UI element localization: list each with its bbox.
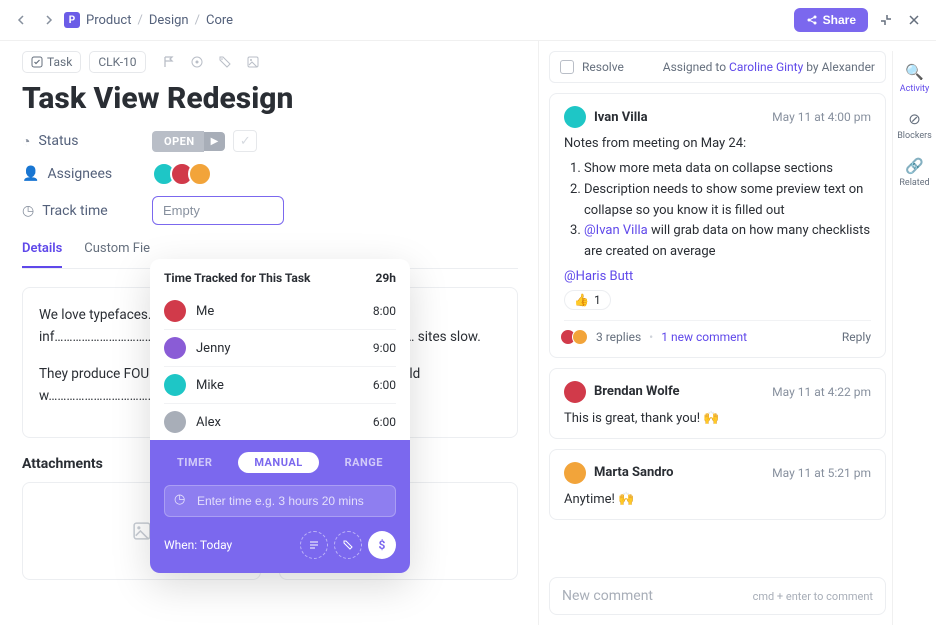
link-icon: 🔗 <box>905 157 924 175</box>
comment-author[interactable]: Marta Sandro <box>594 465 673 480</box>
comment-time: May 11 at 5:21 pm <box>772 466 871 480</box>
rail-blockers[interactable]: ⊘Blockers <box>897 110 932 141</box>
comment-composer[interactable]: New comment cmd + enter to comment <box>549 577 886 615</box>
when-label[interactable]: When: Today <box>164 538 232 552</box>
comment: Brendan Wolfe May 11 at 4:22 pm This is … <box>549 368 886 439</box>
status-badge[interactable]: OPEN <box>152 131 204 152</box>
time-row-value: 9:00 <box>373 341 396 355</box>
flag-icon[interactable] <box>162 55 176 69</box>
note-icon[interactable] <box>300 531 328 559</box>
status-icon: ◔ <box>22 133 30 150</box>
popover-total: 29h <box>376 271 397 285</box>
page-title: Task View Redesign <box>22 81 518 116</box>
rail-related[interactable]: 🔗Related <box>899 157 929 188</box>
time-row[interactable]: Jenny 9:00 <box>164 329 396 366</box>
seg-timer[interactable]: TIMER <box>177 456 212 469</box>
time-entry-input[interactable] <box>164 485 396 517</box>
assigned-bar: Resolve Assigned to Caroline Ginty by Al… <box>549 51 886 83</box>
time-row-name: Alex <box>196 415 221 430</box>
person-icon: 👤 <box>22 166 39 182</box>
reply-avatars[interactable] <box>564 329 588 345</box>
comment-time: May 11 at 4:22 pm <box>772 385 871 399</box>
time-row-name: Mike <box>196 378 224 393</box>
replies-count[interactable]: 3 replies <box>596 330 641 344</box>
composer-hint: cmd + enter to comment <box>753 590 873 603</box>
time-row-name: Me <box>196 304 214 319</box>
share-icon <box>806 14 818 26</box>
task-type-chip[interactable]: Task <box>22 51 81 73</box>
task-id-chip[interactable]: CLK-10 <box>89 51 145 73</box>
complete-checkbox[interactable]: ✓ <box>233 130 257 152</box>
reaction-button[interactable]: 👍1 <box>564 290 611 310</box>
new-comment-link[interactable]: 1 new comment <box>661 330 747 344</box>
mention-link[interactable]: @Ivan Villa <box>584 223 648 238</box>
breadcrumb-item[interactable]: Core <box>206 13 233 28</box>
reply-button[interactable]: Reply <box>842 330 871 344</box>
time-row-value: 6:00 <box>373 378 396 392</box>
clock-icon: ◷ <box>22 203 34 219</box>
time-row[interactable]: Me 8:00 <box>164 293 396 329</box>
avatar <box>164 374 186 396</box>
right-rail: 🔍Activity ⊘Blockers 🔗Related <box>892 51 936 625</box>
rail-activity[interactable]: 🔍Activity <box>900 63 929 94</box>
topbar: P Product / Design / Core Share <box>0 0 936 41</box>
breadcrumb-item[interactable]: Product <box>86 13 131 28</box>
collapse-icon[interactable] <box>876 10 896 30</box>
time-tracking-popover: Time Tracked for This Task 29h Me 8:00 Jen… <box>150 259 410 573</box>
image-icon[interactable] <box>246 55 260 69</box>
status-next-button[interactable]: ▶ <box>204 132 226 151</box>
time-row-name: Jenny <box>196 341 231 356</box>
avatar <box>164 337 186 359</box>
task-icon <box>31 56 43 68</box>
breadcrumb[interactable]: P Product / Design / Core <box>64 12 233 28</box>
resolve-label: Resolve <box>582 60 624 74</box>
avatar[interactable] <box>564 106 586 128</box>
tag-icon[interactable] <box>334 531 362 559</box>
time-row[interactable]: Alex 6:00 <box>164 403 396 440</box>
block-icon: ⊘ <box>908 110 921 128</box>
seg-manual[interactable]: MANUAL <box>238 452 318 473</box>
nav-forward[interactable] <box>38 10 58 30</box>
avatar <box>164 300 186 322</box>
close-icon[interactable] <box>904 10 924 30</box>
share-button[interactable]: Share <box>794 8 868 32</box>
comment-time: May 11 at 4:00 pm <box>772 110 871 124</box>
project-icon: P <box>64 12 80 28</box>
mention-link[interactable]: @Haris Butt <box>564 269 871 284</box>
time-row-value: 6:00 <box>373 415 396 429</box>
avatar[interactable] <box>564 381 586 403</box>
seg-range[interactable]: RANGE <box>345 456 383 469</box>
breadcrumb-item[interactable]: Design <box>149 13 189 28</box>
assigned-user-link[interactable]: Caroline Ginty <box>729 60 803 74</box>
comment: Marta Sandro May 11 at 5:21 pm Anytime! … <box>549 449 886 520</box>
comment-author[interactable]: Brendan Wolfe <box>594 384 680 399</box>
nav-back[interactable] <box>12 10 32 30</box>
popover-title: Time Tracked for This Task <box>164 271 310 285</box>
eye-icon[interactable] <box>190 55 204 69</box>
avatar <box>164 411 186 433</box>
tag-icon[interactable] <box>218 55 232 69</box>
time-row[interactable]: Mike 6:00 <box>164 366 396 403</box>
resolve-checkbox[interactable] <box>560 60 574 74</box>
billable-button[interactable]: $ <box>368 531 396 559</box>
search-icon: 🔍 <box>905 63 924 81</box>
avatar[interactable] <box>188 162 212 186</box>
tab-details[interactable]: Details <box>22 241 62 268</box>
tab-custom-fields[interactable]: Custom Fie <box>84 241 150 268</box>
time-row-value: 8:00 <box>373 304 396 318</box>
comment: Ivan Villa May 11 at 4:00 pm Notes from … <box>549 93 886 358</box>
track-time-input[interactable] <box>152 196 284 225</box>
assignee-stack[interactable] <box>152 162 212 186</box>
avatar[interactable] <box>564 462 586 484</box>
comment-author[interactable]: Ivan Villa <box>594 110 648 125</box>
